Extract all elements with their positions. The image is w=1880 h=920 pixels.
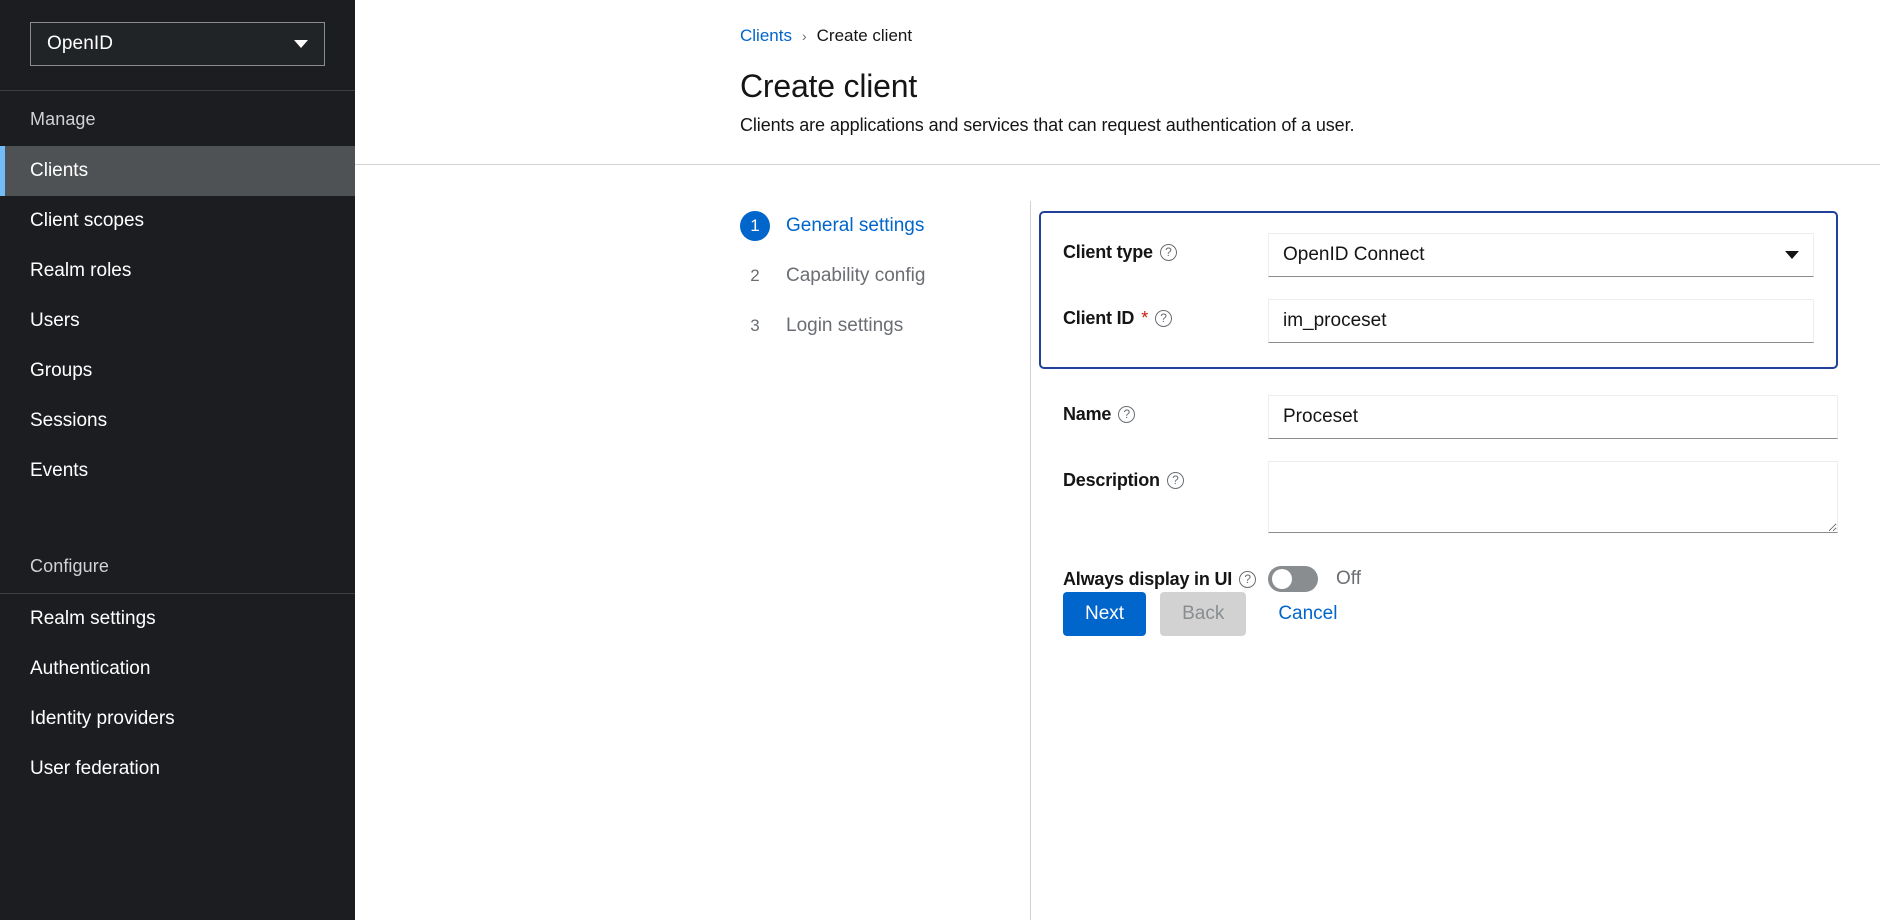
wizard-actions: Next Back Cancel [1063, 592, 1880, 666]
toggle-knob [1272, 569, 1292, 589]
page-subtitle: Clients are applications and services th… [740, 115, 1355, 135]
client-type-selected-value: OpenID Connect [1283, 244, 1425, 265]
realm-selector-wrap: OpenID [0, 0, 355, 90]
sidebar-item-user-federation[interactable]: User federation [0, 744, 355, 794]
sidebar: OpenID Manage Clients Client scopes Real… [0, 0, 355, 920]
nav-section-title-configure: Configure [30, 556, 109, 576]
question-circle-icon[interactable]: ? [1118, 406, 1136, 423]
realm-selector-value: OpenID [47, 33, 114, 54]
breadcrumb-link-clients[interactable]: Clients [740, 26, 792, 46]
always-display-label: Always display in UI [1063, 568, 1233, 589]
client-id-input[interactable] [1268, 299, 1814, 343]
always-display-toggle[interactable] [1268, 566, 1318, 592]
client-type-select[interactable]: OpenID Connect [1268, 233, 1814, 277]
page-header: Clients › Create client Create client Cl… [355, 0, 1880, 136]
field-row-client-type: Client type ? OpenID Connect [1063, 233, 1814, 277]
sidebar-item-users[interactable]: Users [0, 296, 355, 346]
name-control [1268, 395, 1838, 439]
client-id-label: Client ID [1063, 308, 1135, 328]
question-circle-icon[interactable]: ? [1166, 472, 1184, 489]
wizard-step-login-settings[interactable]: 3 Login settings [740, 301, 1040, 351]
always-display-state-text: Off [1336, 568, 1361, 589]
sidebar-item-identity-providers[interactable]: Identity providers [0, 694, 355, 744]
question-circle-icon[interactable]: ? [1159, 244, 1177, 261]
sidebar-item-label: Events [30, 460, 89, 481]
sidebar-item-authentication[interactable]: Authentication [0, 644, 355, 694]
highlighted-field-group: Client type ? OpenID Connect Client ID *… [1039, 211, 1838, 369]
main-content: Clients › Create client Create client Cl… [355, 0, 1880, 920]
sidebar-item-clients[interactable]: Clients [0, 146, 355, 196]
description-label-wrap: Description ? [1063, 461, 1268, 491]
caret-down-icon [1785, 251, 1799, 259]
client-id-label-wrap: Client ID * ? [1063, 299, 1268, 329]
sidebar-item-label: Realm settings [30, 608, 156, 629]
chevron-right-icon: › [801, 28, 807, 44]
step-number-badge: 2 [750, 266, 760, 285]
client-type-control: OpenID Connect [1268, 233, 1814, 277]
question-circle-icon[interactable]: ? [1239, 570, 1257, 588]
sidebar-item-label: Realm roles [30, 260, 132, 281]
sidebar-item-label: Clients [30, 160, 89, 181]
back-button: Back [1160, 592, 1247, 636]
next-button[interactable]: Next [1063, 592, 1147, 636]
name-label: Name [1063, 404, 1112, 424]
wizard-steps: 1 General settings 2 Capability config 3… [355, 201, 1040, 920]
step-number-badge: 3 [750, 316, 760, 335]
client-type-label-wrap: Client type ? [1063, 233, 1268, 263]
question-circle-icon[interactable]: ? [1155, 310, 1173, 327]
description-control [1268, 461, 1838, 538]
sidebar-item-realm-settings[interactable]: Realm settings [0, 594, 355, 644]
nav-section-title-manage: Manage [30, 109, 96, 129]
general-settings-form: Client type ? OpenID Connect Client ID *… [1031, 201, 1880, 920]
sidebar-item-label: Groups [30, 360, 93, 381]
remaining-fields: Name ? Description ? [1063, 395, 1838, 592]
realm-selector[interactable]: OpenID [30, 22, 325, 66]
wizard-content-row: 1 General settings 2 Capability config 3… [355, 165, 1880, 920]
field-row-description: Description ? [1063, 461, 1838, 538]
sidebar-item-label: User federation [30, 758, 160, 779]
breadcrumb: Clients › Create client [740, 26, 1880, 46]
sidebar-item-label: Client scopes [30, 210, 145, 231]
description-textarea[interactable] [1268, 461, 1838, 533]
wizard-step-general-settings[interactable]: 1 General settings [740, 201, 1040, 251]
sidebar-item-label: Sessions [30, 410, 108, 431]
sidebar-item-sessions[interactable]: Sessions [0, 396, 355, 446]
field-row-name: Name ? [1063, 395, 1838, 439]
breadcrumb-current: Create client [816, 26, 913, 45]
sidebar-item-groups[interactable]: Groups [0, 346, 355, 396]
step-number-badge: 1 [740, 211, 770, 241]
description-label: Description [1063, 470, 1160, 490]
name-label-wrap: Name ? [1063, 395, 1268, 425]
field-row-client-id: Client ID * ? [1063, 299, 1814, 343]
sidebar-item-label: Identity providers [30, 708, 175, 729]
sidebar-item-client-scopes[interactable]: Client scopes [0, 196, 355, 246]
step-label: General settings [786, 215, 925, 236]
name-input[interactable] [1268, 395, 1838, 439]
sidebar-item-events[interactable]: Events [0, 446, 355, 496]
page-title: Create client [740, 68, 918, 104]
field-row-always-display: Always display in UI ? Off [1063, 566, 1838, 592]
sidebar-item-label: Users [30, 310, 80, 331]
sidebar-item-realm-roles[interactable]: Realm roles [0, 246, 355, 296]
chevron-down-icon [294, 40, 308, 48]
required-marker: * [1141, 308, 1149, 328]
step-label: Login settings [786, 315, 904, 336]
sidebar-item-label: Authentication [30, 658, 151, 679]
app-root: OpenID Manage Clients Client scopes Real… [0, 0, 1880, 920]
client-id-control [1268, 299, 1814, 343]
always-display-label-wrap: Always display in UI ? [1063, 569, 1268, 590]
cancel-button[interactable]: Cancel [1260, 592, 1355, 636]
client-type-label: Client type [1063, 242, 1153, 262]
step-label: Capability config [786, 265, 926, 286]
wizard-step-capability-config[interactable]: 2 Capability config [740, 251, 1040, 301]
